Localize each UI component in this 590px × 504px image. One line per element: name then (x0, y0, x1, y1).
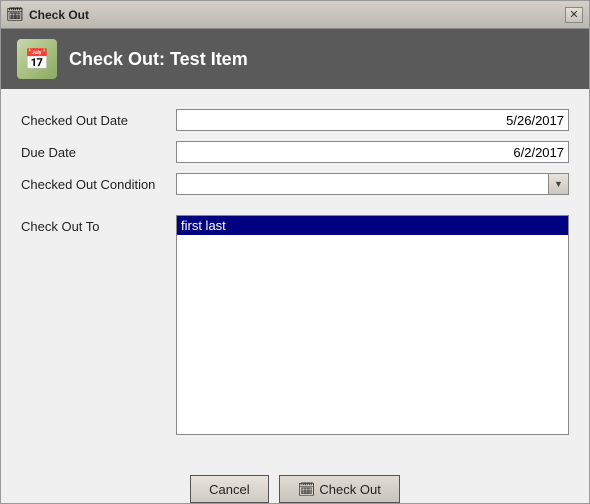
condition-select[interactable]: Good Fair Poor (177, 174, 568, 194)
condition-select-wrapper: Good Fair Poor ▼ (176, 173, 569, 195)
checked-out-date-label: Checked Out Date (21, 113, 176, 128)
button-row: Cancel 🗓 Check Out (1, 475, 589, 503)
title-bar-icon: 🗓 (7, 7, 23, 23)
close-button[interactable]: ✕ (565, 7, 583, 23)
check-out-to-label: Check Out To (21, 215, 176, 234)
check-out-to-list[interactable]: first last (176, 215, 569, 435)
header-icon (17, 39, 57, 79)
due-date-label: Due Date (21, 145, 176, 160)
due-date-row: Due Date (21, 141, 569, 163)
checked-out-condition-label: Checked Out Condition (21, 177, 176, 192)
title-bar-text: Check Out (29, 8, 565, 22)
header-banner: Check Out: Test Item (1, 29, 589, 89)
checked-out-condition-row: Checked Out Condition Good Fair Poor ▼ (21, 173, 569, 195)
checkout-dialog: 🗓 Check Out ✕ Check Out: Test Item Check… (0, 0, 590, 504)
checked-out-date-input[interactable] (176, 109, 569, 131)
dialog-title: Check Out: Test Item (69, 49, 248, 70)
cancel-button[interactable]: Cancel (190, 475, 268, 503)
dialog-content: Checked Out Date Due Date Checked Out Co… (1, 89, 589, 461)
checkout-label: Check Out (319, 482, 380, 497)
checkout-icon: 🗓 (298, 481, 316, 498)
due-date-input[interactable] (176, 141, 569, 163)
checkout-button[interactable]: 🗓 Check Out (279, 475, 400, 503)
title-bar: 🗓 Check Out ✕ (1, 1, 589, 29)
list-item-selected[interactable]: first last (177, 216, 568, 235)
checked-out-date-row: Checked Out Date (21, 109, 569, 131)
check-out-to-row: Check Out To first last (21, 215, 569, 445)
cancel-label: Cancel (209, 482, 249, 497)
